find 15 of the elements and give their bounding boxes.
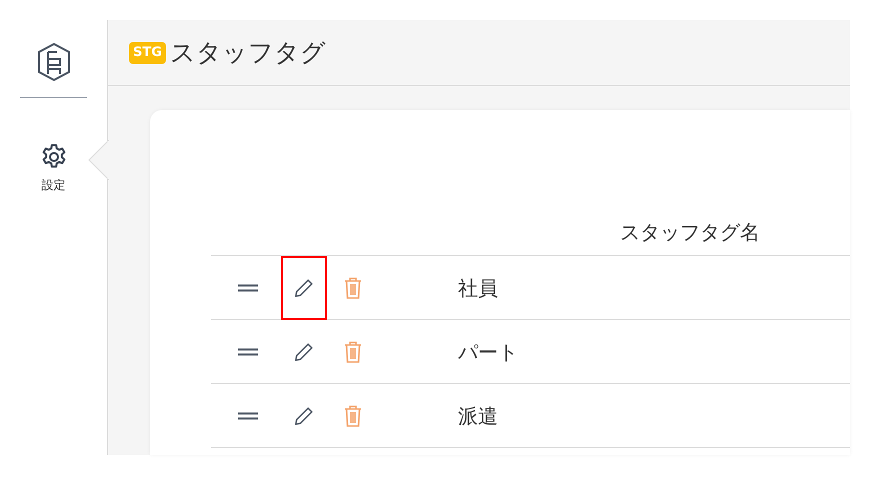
tag-name: パート (458, 338, 518, 366)
pencil-icon (293, 276, 315, 298)
logo-icon (36, 42, 70, 82)
page-title: スタッフタグ (170, 36, 326, 69)
settings-nav-item[interactable]: 設定 (38, 142, 68, 194)
tag-name: 社員 (458, 274, 498, 302)
drag-handle-icon[interactable] (238, 284, 258, 292)
drag-handle-icon[interactable] (238, 412, 258, 420)
edit-button[interactable] (281, 256, 327, 320)
drag-handle-icon[interactable] (238, 348, 258, 356)
column-header: スタッフタグ名 (620, 218, 760, 246)
pencil-icon (293, 340, 315, 362)
environment-badge: STG (129, 42, 166, 64)
tag-name: 派遣 (458, 402, 498, 430)
pencil-icon (293, 404, 315, 426)
